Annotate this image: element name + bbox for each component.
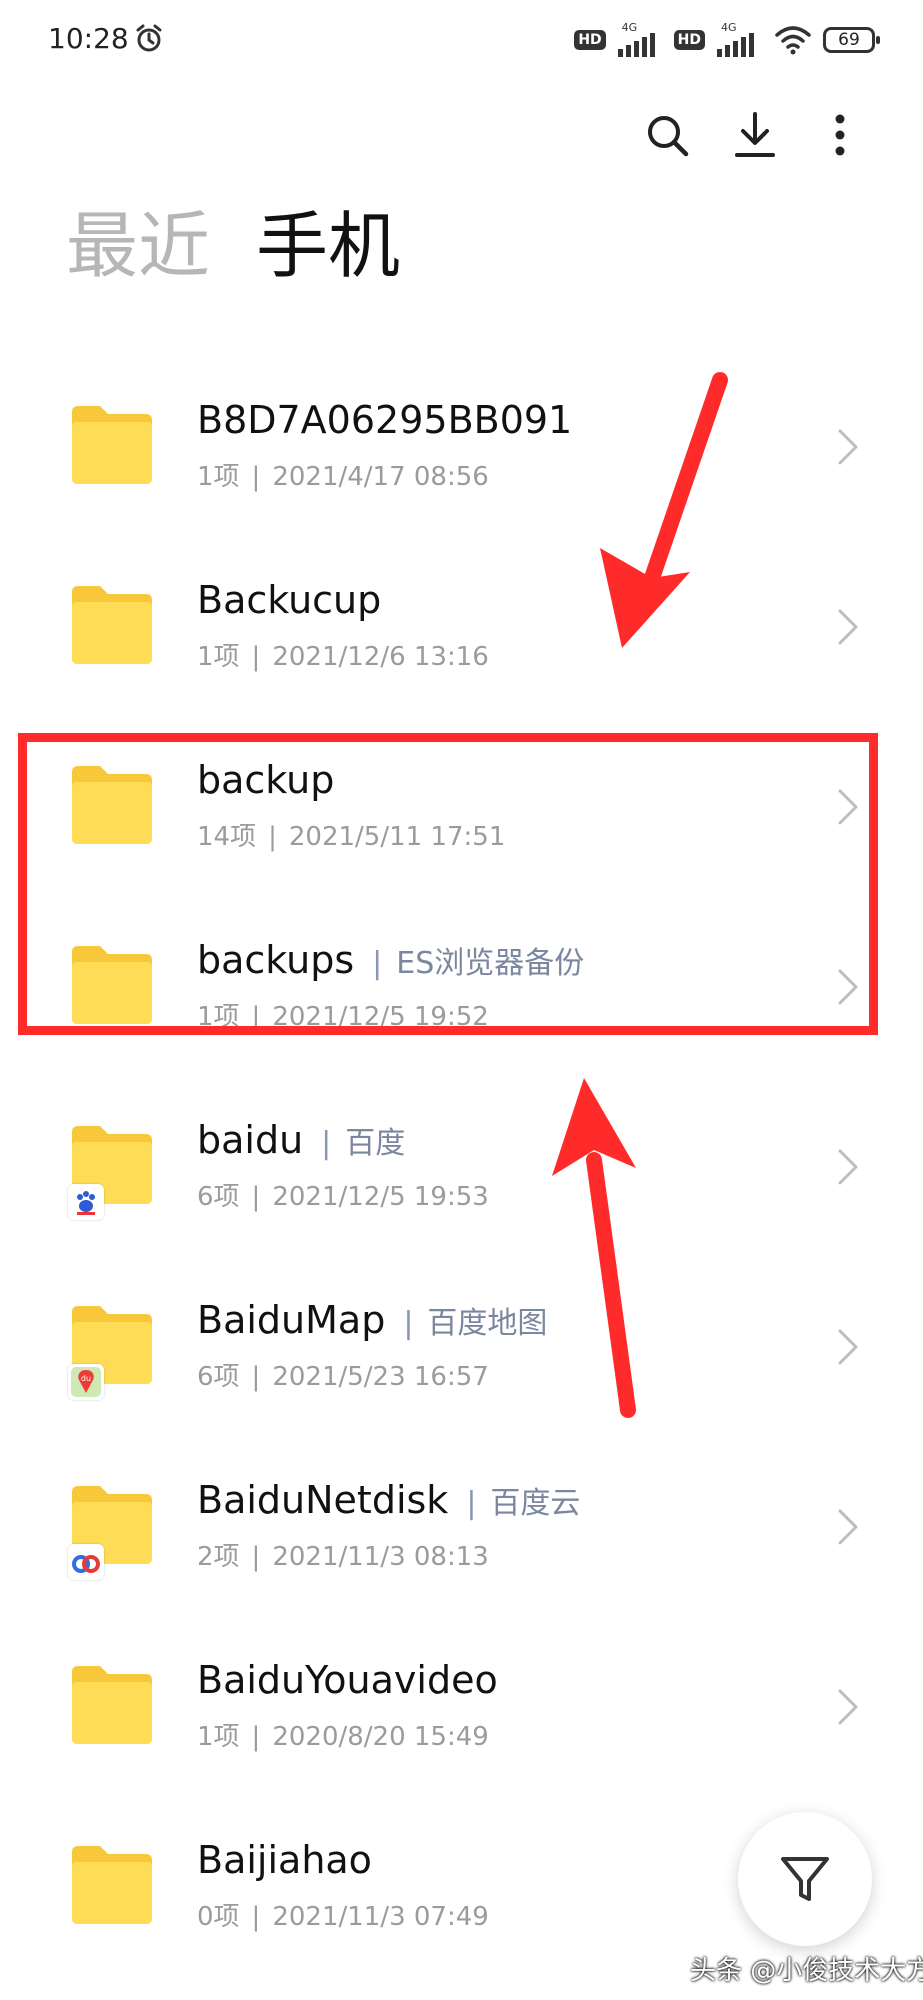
folder-title-line: Baijiahao — [197, 1838, 372, 1882]
chevron-right-icon — [837, 1148, 859, 1186]
chevron-right-icon — [837, 1508, 859, 1546]
folder-title-line: Backucup — [197, 578, 381, 622]
meta-separator: | — [251, 1542, 261, 1572]
hd-badge: HD — [574, 30, 606, 50]
modified-date: 2021/12/5 19:53 — [272, 1182, 489, 1212]
modified-date: 2020/8/20 15:49 — [272, 1722, 489, 1752]
map-badge-text: du — [81, 1374, 91, 1383]
folder-alias: 百度云 — [490, 1486, 581, 1521]
folder-title-line: BaiduNetdisk | 百度云 — [197, 1478, 580, 1522]
item-count: 2项 — [197, 1542, 240, 1572]
folder-name: baidu — [197, 1118, 304, 1162]
folder-icon — [68, 1840, 156, 1928]
folder-meta: 1项 | 2020/8/20 15:49 — [197, 1716, 489, 1753]
hd-badge-2: HD — [673, 30, 705, 50]
baidu-paw-icon — [68, 1184, 104, 1220]
signal-icon-2: 4G — [715, 21, 763, 57]
status-time: 10:28 — [48, 22, 129, 55]
meta-separator: | — [251, 642, 261, 672]
baidu-netdisk-icon — [68, 1544, 104, 1580]
baidu-map-icon: du — [68, 1364, 104, 1400]
folder-title-line: B8D7A06295BB091 — [197, 398, 572, 442]
modified-date: 2021/11/3 07:49 — [272, 1902, 489, 1932]
folder-icon — [68, 400, 156, 488]
chevron-right-icon — [837, 1328, 859, 1366]
folder-name: Baijiahao — [197, 1838, 372, 1882]
folder-row[interactable]: baidu | 百度 6项 | 2021/12/5 19:53 — [0, 1090, 923, 1270]
battery-icon: 69 — [823, 27, 880, 53]
folder-meta: 2项 | 2021/11/3 08:13 — [197, 1536, 489, 1573]
alias-separator: | — [321, 1126, 332, 1161]
folder-row[interactable]: Backucup 1项 | 2021/12/6 13:16 — [0, 550, 923, 730]
folder-icon — [68, 1660, 156, 1748]
folder-name: BaiduYouavideo — [197, 1658, 498, 1702]
annotation-highlight-box — [18, 733, 878, 1035]
folder-name: BaiduMap — [197, 1298, 386, 1342]
modified-date: 2021/4/17 08:56 — [272, 462, 489, 492]
modified-date: 2021/11/3 08:13 — [272, 1542, 489, 1572]
folder-title-line: BaiduMap | 百度地图 — [197, 1298, 547, 1342]
tab-phone[interactable]: 手机 — [256, 210, 400, 282]
folder-meta: 1项 | 2021/12/6 13:16 — [197, 636, 489, 673]
item-count: 1项 — [197, 1722, 240, 1752]
search-icon — [648, 116, 689, 157]
item-count: 6项 — [197, 1362, 240, 1392]
chevron-right-icon — [837, 1688, 859, 1726]
alarm-icon — [136, 24, 162, 52]
chevron-right-icon — [837, 608, 859, 646]
folder-row[interactable]: BaiduNetdisk | 百度云 2项 | 2021/11/3 08:13 — [0, 1450, 923, 1630]
meta-separator: | — [251, 1182, 261, 1212]
status-bar: 10:28 HD 4G HD 4G 69 — [0, 0, 923, 80]
meta-separator: | — [251, 462, 261, 492]
filter-button[interactable] — [738, 1812, 872, 1946]
battery-level: 69 — [838, 30, 860, 50]
folder-title-line: BaiduYouavideo — [197, 1658, 498, 1702]
watermark-text: 头条 @小俊技术大方 — [690, 1956, 923, 1986]
folder-meta: 0项 | 2021/11/3 07:49 — [197, 1896, 489, 1933]
folder-meta: 6项 | 2021/5/23 16:57 — [197, 1356, 489, 1393]
more-icon — [835, 114, 845, 156]
modified-date: 2021/12/6 13:16 — [272, 642, 489, 672]
folder-row[interactable]: du BaiduMap | 百度地图 6项 | 2021/5/23 16:57 — [0, 1270, 923, 1450]
chevron-right-icon — [837, 428, 859, 466]
item-count: 0项 — [197, 1902, 240, 1932]
folder-meta: 1项 | 2021/4/17 08:56 — [197, 456, 489, 493]
meta-separator: | — [251, 1722, 261, 1752]
folder-row[interactable]: B8D7A06295BB091 1项 | 2021/4/17 08:56 — [0, 370, 923, 550]
item-count: 1项 — [197, 642, 240, 672]
folder-list: B8D7A06295BB091 1项 | 2021/4/17 08:56 Backucu… — [0, 370, 923, 1990]
folder-alias: 百度地图 — [427, 1306, 548, 1341]
wifi-icon — [775, 26, 811, 55]
signal-icon: 4G — [616, 21, 664, 57]
download-icon — [735, 112, 775, 157]
modified-date: 2021/5/23 16:57 — [272, 1362, 489, 1392]
meta-separator: | — [251, 1902, 261, 1932]
alias-separator: | — [466, 1486, 477, 1521]
folder-row[interactable]: BaiduYouavideo 1项 | 2020/8/20 15:49 — [0, 1630, 923, 1810]
search-button[interactable] — [637, 105, 697, 165]
item-count: 6项 — [197, 1182, 240, 1212]
item-count: 1项 — [197, 462, 240, 492]
folder-name: BaiduNetdisk — [197, 1478, 449, 1522]
meta-separator: | — [251, 1362, 261, 1392]
more-options-button[interactable] — [810, 105, 870, 165]
folder-title-line: baidu | 百度 — [197, 1118, 405, 1162]
filter-icon — [781, 1857, 829, 1901]
alias-separator: | — [403, 1306, 414, 1341]
folder-icon — [68, 580, 156, 668]
download-button[interactable] — [725, 105, 785, 165]
folder-name: Backucup — [197, 578, 382, 622]
folder-meta: 6项 | 2021/12/5 19:53 — [197, 1176, 489, 1213]
folder-name: B8D7A06295BB091 — [197, 398, 573, 442]
folder-alias: 百度 — [345, 1126, 406, 1161]
tab-recent[interactable]: 最近 — [66, 210, 210, 282]
